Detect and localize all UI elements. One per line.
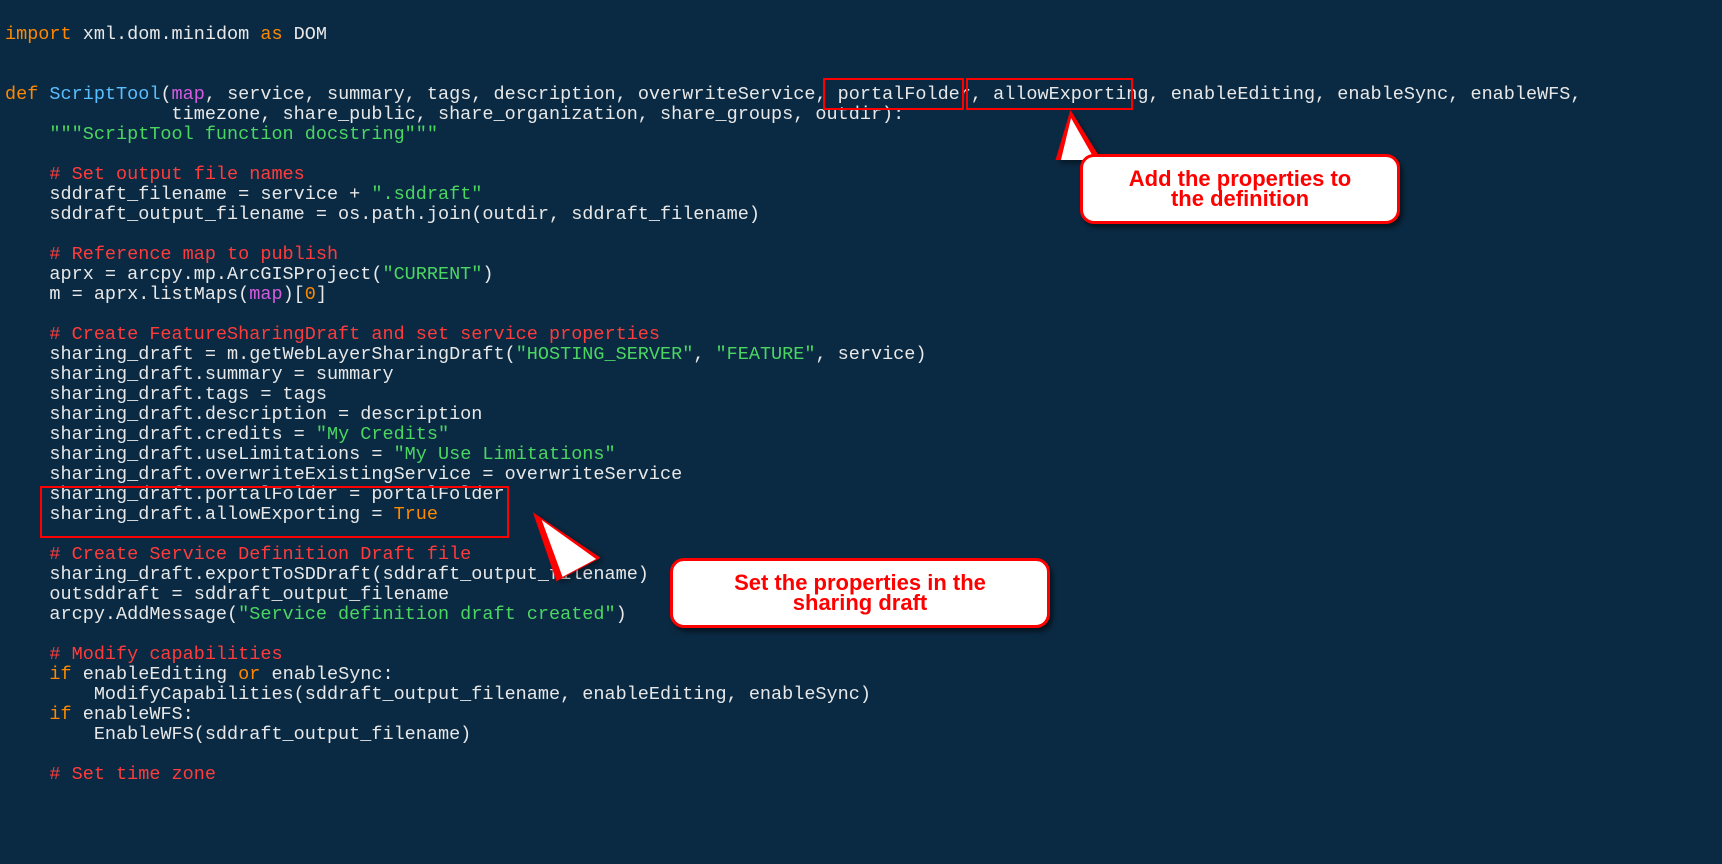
comment: # Modify capabilities xyxy=(5,644,283,665)
callout-text-line: sharing draft xyxy=(793,590,927,615)
code-line: sharing_draft.portalFolder = portalFolde… xyxy=(5,484,505,505)
indent xyxy=(5,664,49,685)
code-line: sharing_draft.tags = tags xyxy=(5,384,327,405)
string: "My Use Limitations" xyxy=(394,444,616,465)
code-editor-content[interactable]: import xml.dom.minidom as DOM def Script… xyxy=(5,25,1581,785)
token: ] xyxy=(316,284,327,305)
indent xyxy=(5,704,49,725)
paren: ( xyxy=(160,84,171,105)
callout-set-properties: Set the properties in the sharing draft xyxy=(670,558,1050,628)
code-line: outsddraft = sddraft_output_filename xyxy=(5,584,449,605)
code-line: sddraft_output_filename = os.path.join(o… xyxy=(5,204,760,225)
kw-if: if xyxy=(49,664,71,685)
token: , service) xyxy=(815,344,926,365)
comment: # Reference map to publish xyxy=(5,244,338,265)
arg-map: map xyxy=(249,284,282,305)
code-line: aprx = arcpy.mp.ArcGISProject( xyxy=(5,264,382,285)
string: "Service definition draft created" xyxy=(238,604,615,625)
token: DOM xyxy=(283,24,327,45)
string: "HOSTING_SERVER" xyxy=(516,344,694,365)
token: enableEditing xyxy=(72,664,239,685)
callout-text-line: the definition xyxy=(1171,186,1309,211)
param-list-cont: timezone, share_public, share_organizati… xyxy=(5,104,904,125)
token: enableSync: xyxy=(260,664,393,685)
code-line: arcpy.AddMessage( xyxy=(5,604,238,625)
kw-as: as xyxy=(260,24,282,45)
callout-add-properties: Add the properties to the definition xyxy=(1080,154,1400,224)
code-line: sharing_draft.credits = xyxy=(5,424,316,445)
token: )[ xyxy=(283,284,305,305)
token: , xyxy=(693,344,715,365)
kw-def: def xyxy=(5,84,38,105)
comment: # Create Service Definition Draft file xyxy=(5,544,471,565)
param-map: map xyxy=(172,84,205,105)
code-line: ModifyCapabilities(sddraft_output_filena… xyxy=(5,684,871,705)
code-line: sharing_draft.useLimitations = xyxy=(5,444,394,465)
string: "My Credits" xyxy=(316,424,449,445)
number: 0 xyxy=(305,284,316,305)
code-line: sharing_draft.allowExporting = xyxy=(5,504,394,525)
kw-if: if xyxy=(49,704,71,725)
paren: ) xyxy=(616,604,627,625)
code-line: sharing_draft.description = description xyxy=(5,404,482,425)
token: xml.dom.minidom xyxy=(72,24,261,45)
comment: # Set time zone xyxy=(5,764,216,785)
comment: # Set output file names xyxy=(5,164,305,185)
code-line: sddraft_filename = service + xyxy=(5,184,371,205)
string: "FEATURE" xyxy=(716,344,816,365)
kw-or: or xyxy=(238,664,260,685)
docstring: """ScriptTool function docstring""" xyxy=(5,124,438,145)
const-true: True xyxy=(394,504,438,525)
paren: ) xyxy=(482,264,493,285)
comment: # Create FeatureSharingDraft and set ser… xyxy=(5,324,660,345)
code-line: EnableWFS(sddraft_output_filename) xyxy=(5,724,471,745)
code-line: sharing_draft.overwriteExistingService =… xyxy=(5,464,682,485)
code-line: sharing_draft = m.getWebLayerSharingDraf… xyxy=(5,344,516,365)
kw-import: import xyxy=(5,24,72,45)
string: ".sddraft" xyxy=(371,184,482,205)
function-name: ScriptTool xyxy=(38,84,160,105)
param-list: , service, summary, tags, description, o… xyxy=(205,84,1582,105)
code-line: m = aprx.listMaps( xyxy=(5,284,249,305)
token: enableWFS: xyxy=(72,704,194,725)
string: "CURRENT" xyxy=(382,264,482,285)
code-line: sharing_draft.summary = summary xyxy=(5,364,394,385)
